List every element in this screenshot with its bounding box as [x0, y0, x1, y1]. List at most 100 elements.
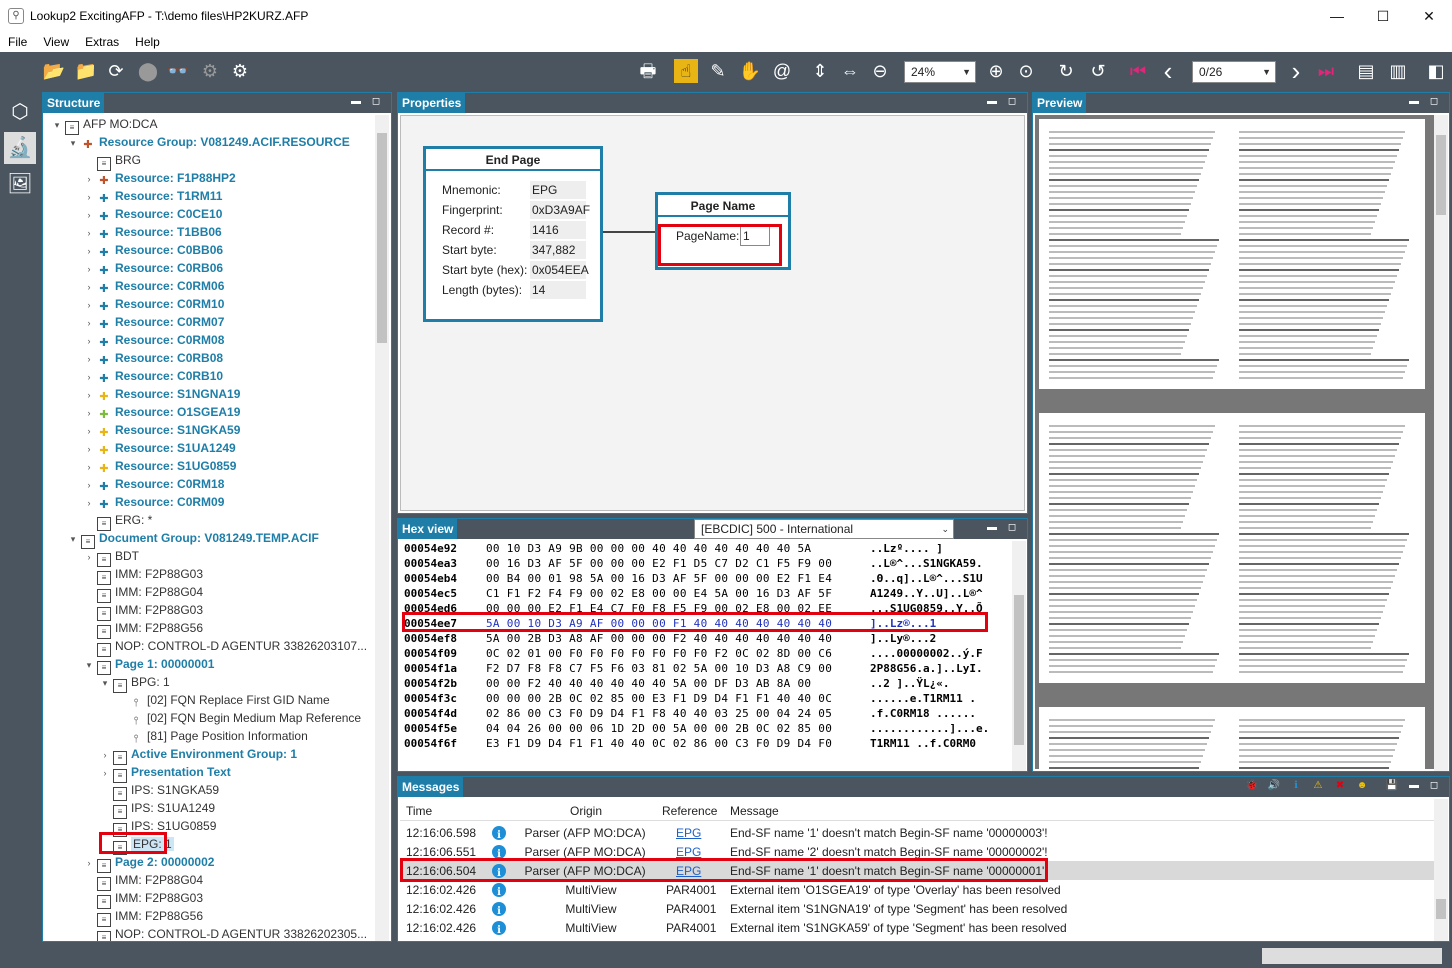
tree-node[interactable]: › ✚ Resource: C0RB06	[83, 259, 224, 277]
encoding-select[interactable]: [EBCDIC] 500 - International ⌄	[694, 519, 954, 539]
tree-node[interactable]: › ✚ Resource: C0RM18	[83, 475, 225, 493]
tree-node[interactable]: ≡ IMM: F2P88G03	[83, 565, 203, 585]
tree-node[interactable]: › ≡ Active Environment Group: 1	[99, 745, 297, 765]
hex-row[interactable]: 00054f4d 02 86 00 C3 F0 D9 D4 F1 F8 40 40…	[404, 706, 1004, 721]
tree-node[interactable]: › ✚ Resource: C0CE10	[83, 205, 223, 223]
col-time[interactable]: Time	[406, 801, 432, 821]
property-value[interactable]: 1416	[530, 221, 586, 239]
hex-row[interactable]: 00054ef8 5A 00 2B D3 A8 AF 00 00 00 F2 40…	[404, 631, 1004, 646]
expand-arrow-icon[interactable]: ›	[83, 350, 95, 368]
message-reference[interactable]: PAR4001	[666, 880, 716, 900]
tree-node[interactable]: ≡ IMM: F2P88G04	[83, 871, 203, 891]
zoom-select[interactable]: 24% ▼	[904, 61, 976, 83]
message-row[interactable]: 12:16:06.598 Parser (AFP MO:DCA) EPG End-SF…	[400, 823, 1435, 842]
tree-node[interactable]: ⫯ [81] Page Position Information	[115, 727, 308, 745]
collapse-arrow-icon[interactable]: ▾	[67, 530, 79, 548]
property-value[interactable]: 0xD3A9AF	[530, 201, 590, 219]
tree-node[interactable]: ⫯ [02] FQN Begin Medium Map Reference	[115, 709, 362, 727]
expand-arrow-icon[interactable]: ›	[83, 494, 95, 512]
pin-icon[interactable]: ▬	[1407, 94, 1421, 110]
tree-node[interactable]: ≡ IMM: F2P88G56	[83, 907, 203, 927]
collapse-arrow-icon[interactable]: ▾	[67, 134, 79, 152]
single-page-icon[interactable]: ▤	[1354, 59, 1378, 83]
tree-node[interactable]: › ✚ Resource: C0RM10	[83, 295, 225, 314]
tree-node[interactable]: ▾ ≡ Page 1: 00000001	[83, 655, 214, 675]
expand-arrow-icon[interactable]: ›	[83, 440, 95, 458]
expand-arrow-icon[interactable]: ›	[83, 188, 95, 206]
cycle-icon[interactable]: ⚙	[198, 59, 222, 83]
hand-select-icon[interactable]: ☝	[674, 59, 698, 83]
tree-node[interactable]: ▾ ≡ Document Group: V081249.TEMP.ACIF	[67, 529, 319, 549]
expand-arrow-icon[interactable]: ›	[83, 332, 95, 350]
error-filter-icon[interactable]: ✖	[1331, 778, 1349, 794]
message-reference[interactable]: PAR4001	[666, 899, 716, 919]
hex-row[interactable]: 00054f6f E3 F1 D9 D4 F1 F1 40 40 0C 02 86…	[404, 736, 1004, 751]
minimize-button[interactable]: —	[1314, 0, 1360, 32]
tree-node[interactable]: › ✚ Resource: C0RB08	[83, 349, 224, 368]
resources-icon[interactable]: ⬡	[4, 96, 36, 128]
property-value[interactable]: EPG	[530, 181, 586, 199]
expand-arrow-icon[interactable]: ›	[99, 764, 111, 782]
open-file-icon[interactable]: 📂	[42, 59, 66, 83]
tree-node[interactable]: ≡ IPS: S1NGKA59	[99, 781, 219, 801]
menu-extras[interactable]: Extras	[77, 35, 127, 49]
tree-node[interactable]: ≡ IMM: F2P88G03	[83, 601, 203, 621]
preview-scrollbar[interactable]	[1434, 115, 1448, 771]
close-button[interactable]: ✕	[1406, 0, 1452, 32]
tree-node[interactable]: ≡ IPS: S1UA1249	[99, 799, 215, 819]
bug-icon[interactable]: 🐞	[1243, 778, 1261, 794]
refresh-icon[interactable]: ⟳	[104, 59, 128, 83]
tree-node[interactable]: ≡ IMM: F2P88G04	[83, 583, 203, 603]
tree-node[interactable]: › ✚ Resource: F1P88HP2	[83, 169, 236, 187]
next-page-icon[interactable]: ›	[1284, 58, 1308, 84]
first-page-icon[interactable]: ⏮	[1126, 59, 1150, 83]
hex-row[interactable]: 00054f2b 00 00 F2 40 40 40 40 40 40 5A 00…	[404, 676, 1004, 691]
expand-arrow-icon[interactable]: ›	[83, 170, 95, 188]
tree-node[interactable]: › ≡ BDT	[83, 547, 139, 567]
expand-arrow-icon[interactable]: ›	[83, 296, 95, 314]
last-page-icon[interactable]: ⏭	[1314, 59, 1338, 83]
hex-row[interactable]: 00054f5e 04 04 26 00 00 06 1D 2D 00 5A 00…	[404, 721, 1004, 736]
zoom-out-icon[interactable]: ⊖	[868, 59, 892, 83]
pin-icon[interactable]: ▬	[1407, 778, 1421, 794]
expand-arrow-icon[interactable]: ›	[83, 854, 95, 872]
tree-node[interactable]: › ✚ Resource: S1UA1249	[83, 439, 236, 457]
hex-row[interactable]: 00054ec5 C1 F1 F2 F4 F9 00 02 E8 00 00 E4…	[404, 586, 1004, 601]
menu-help[interactable]: Help	[127, 35, 168, 49]
prev-page-icon[interactable]: ‹	[1156, 58, 1180, 84]
save-log-icon[interactable]: 💾	[1383, 778, 1401, 794]
microscope-icon[interactable]: 🔬	[4, 132, 36, 164]
fatal-filter-icon[interactable]: ☻	[1353, 778, 1371, 794]
tree-scrollbar-thumb[interactable]	[377, 133, 387, 343]
tree-node[interactable]: ≡ BRG	[83, 151, 141, 171]
expand-arrow-icon[interactable]: ›	[83, 314, 95, 332]
expand-arrow-icon[interactable]: ›	[83, 386, 95, 404]
two-page-icon[interactable]: ▥	[1386, 59, 1410, 83]
tree-node[interactable]: › ✚ Resource: C0RM09	[83, 493, 225, 512]
collapse-arrow-icon[interactable]: ▾	[51, 116, 63, 134]
hex-scrollbar-thumb[interactable]	[1014, 595, 1024, 745]
preview-page-1[interactable]	[1039, 119, 1425, 389]
side-panel-icon[interactable]: ◧	[1424, 59, 1448, 83]
tree-node[interactable]: › ✚ Resource: S1NGKA59	[83, 421, 241, 439]
menu-file[interactable]: File	[0, 35, 35, 49]
tree-node[interactable]: › ≡ Presentation Text	[99, 763, 231, 783]
menu-view[interactable]: View	[35, 35, 77, 49]
fit-height-icon[interactable]: ⇕	[808, 59, 832, 83]
preview-scrollbar-thumb[interactable]	[1436, 135, 1446, 215]
float-icon[interactable]: ◻	[1427, 94, 1441, 110]
message-reference[interactable]: EPG	[676, 823, 701, 843]
expand-arrow-icon[interactable]: ›	[83, 278, 95, 296]
maximize-button[interactable]: ☐	[1360, 0, 1406, 32]
float-icon[interactable]: ◻	[1005, 94, 1019, 110]
color-picker-icon[interactable]: ✎	[706, 59, 730, 83]
message-reference[interactable]: PAR4001	[666, 918, 716, 938]
float-icon[interactable]: ◻	[1427, 778, 1441, 794]
hand-pan-icon[interactable]: ✋	[738, 59, 762, 83]
search-binoculars-icon[interactable]: 👓	[166, 59, 190, 83]
pin-icon[interactable]: ▬	[985, 520, 999, 536]
tree-node[interactable]: ≡ ERG: *	[83, 511, 152, 531]
pin-icon[interactable]: ▬	[985, 94, 999, 110]
tree-node[interactable]: › ✚ Resource: O1SGEA19	[83, 403, 241, 421]
col-origin[interactable]: Origin	[570, 801, 602, 821]
